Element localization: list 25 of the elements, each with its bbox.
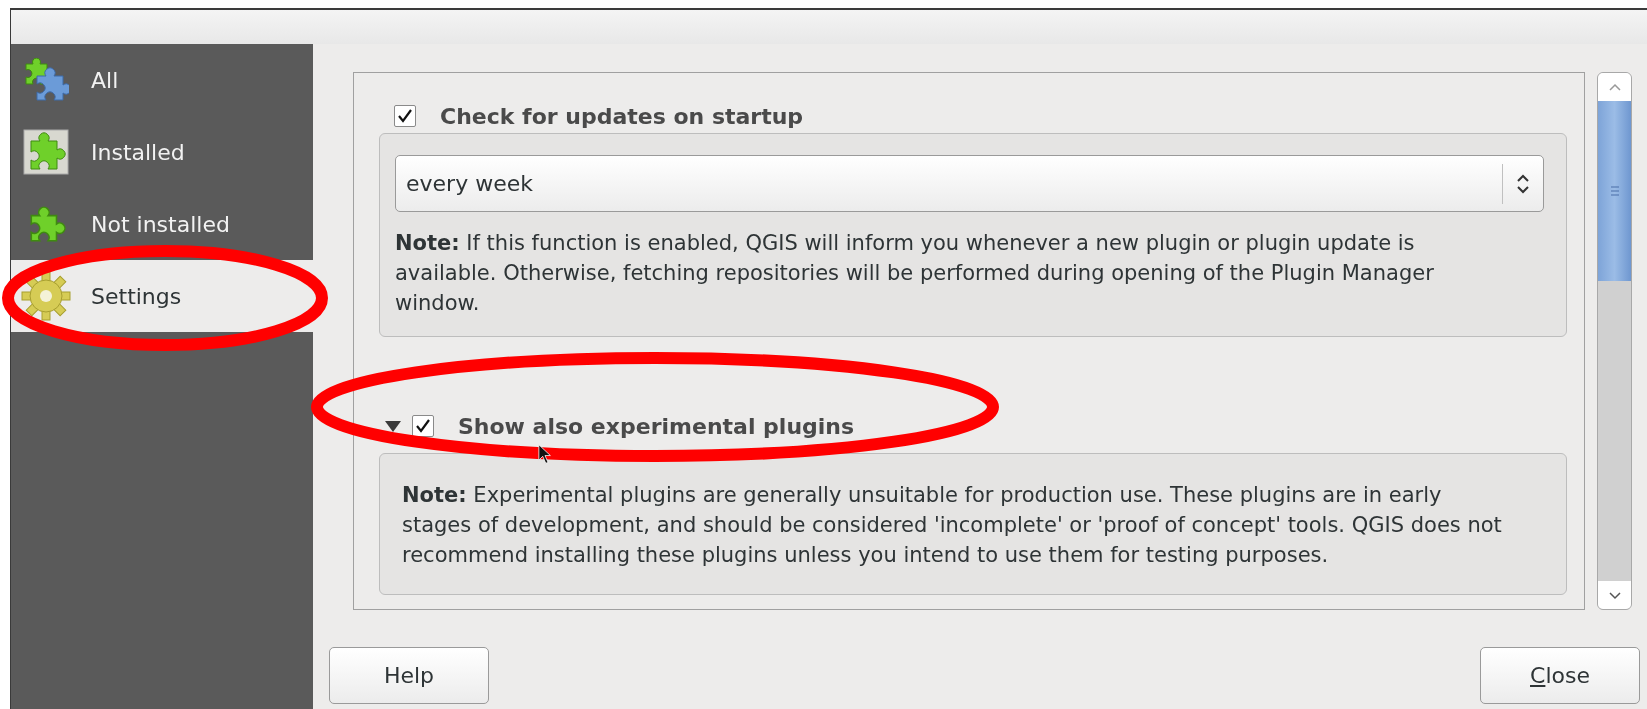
puzzle-pieces-icon	[23, 58, 69, 102]
mouse-cursor-icon	[538, 444, 552, 464]
update-check-label: Check for updates on startup	[440, 102, 804, 131]
scroll-up-icon[interactable]	[1607, 82, 1622, 92]
update-checkbox[interactable]	[394, 105, 416, 127]
sidebar-item[interactable]: Installed	[11, 116, 313, 188]
scrollbar-thumb[interactable]	[1598, 101, 1631, 281]
installed-puzzle-icon	[23, 129, 69, 175]
close-button[interactable]: Close	[1480, 647, 1640, 704]
experimental-note: Note: Experimental plugins are generally unsuitable for production use. These plugins are in early stages of development, and should be considered 'incomplete' or 'proof of concept' tools. QGIS does not recommend installing these plugins unless you intend to use them for testing purposes.	[402, 482, 1503, 569]
checkmark-icon	[397, 108, 413, 124]
sidebar-item[interactable]: Not installed	[11, 188, 313, 260]
scrollbar[interactable]	[1597, 72, 1632, 610]
sidebar-item[interactable]: All	[11, 44, 313, 116]
gear-icon	[19, 269, 73, 323]
experimental-label: Show also experimental plugins	[458, 412, 855, 441]
expanded-triangle-icon[interactable]	[384, 419, 402, 433]
update-note: Note: If this function is enabled, QGIS will inform you whenever a new plugin or plugin update is available. Otherwise, fetching repositories will be performed during opening of the Plugin Manager window.	[395, 230, 1435, 317]
scroll-down-icon[interactable]	[1607, 590, 1622, 600]
experimental-checkbox[interactable]	[412, 415, 434, 437]
grip-icon	[1609, 185, 1620, 197]
interval-value: every week	[406, 170, 534, 198]
interval-dropdown[interactable]: every week	[395, 155, 1544, 212]
help-button[interactable]: Help	[329, 647, 489, 704]
checkmark-icon	[415, 418, 431, 434]
